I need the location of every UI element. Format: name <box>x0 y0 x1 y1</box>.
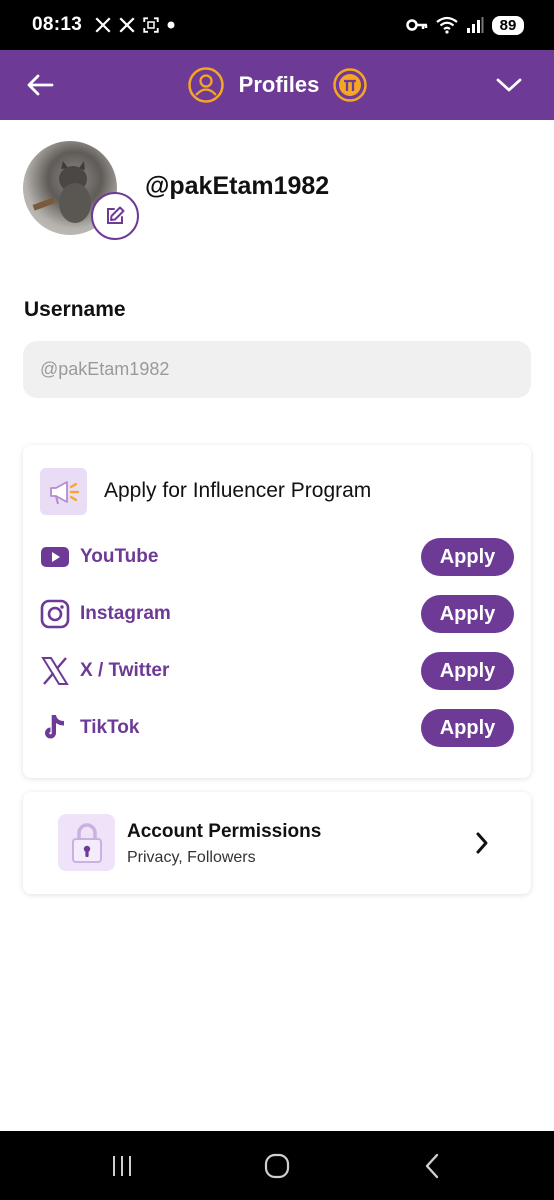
screenshot-icon <box>143 17 159 33</box>
platform-row-youtube: YouTube Apply <box>40 537 514 577</box>
edit-icon <box>107 206 125 224</box>
platform-name: X / Twitter <box>80 660 170 681</box>
apply-tiktok-button[interactable]: Apply <box>421 709 514 747</box>
apply-instagram-button[interactable]: Apply <box>421 595 514 633</box>
key-icon <box>406 19 428 31</box>
platform-row-instagram: Instagram Apply <box>40 594 514 634</box>
dot-icon <box>167 21 175 29</box>
pi-coin-icon <box>333 68 368 102</box>
signal-icon <box>467 17 484 33</box>
username-label: Username <box>24 298 126 321</box>
battery-level: 89 <box>492 15 524 35</box>
home-icon <box>264 1153 290 1179</box>
back-button[interactable] <box>26 67 56 103</box>
chevron-right-icon <box>476 832 488 854</box>
page-title: Profiles <box>238 72 320 97</box>
platform-row-x-twitter: X / Twitter Apply <box>40 651 514 691</box>
x-logo-icon <box>119 17 135 33</box>
permissions-subtitle: Privacy, Followers <box>127 849 256 866</box>
megaphone-badge <box>40 468 87 515</box>
platform-name: YouTube <box>80 546 159 567</box>
home-button[interactable] <box>263 1151 291 1181</box>
edit-avatar-button[interactable] <box>91 192 139 240</box>
influencer-title: Apply for Influencer Program <box>104 479 372 502</box>
youtube-icon <box>40 542 70 572</box>
apply-x-twitter-button[interactable]: Apply <box>421 652 514 690</box>
username-field[interactable]: @pakEtam1982 <box>23 341 531 398</box>
arrow-left-icon <box>27 74 54 96</box>
tiktok-icon <box>40 713 70 743</box>
profile-handle: @pakEtam1982 <box>145 172 330 200</box>
notification-icons <box>94 16 176 34</box>
apply-youtube-button[interactable]: Apply <box>421 538 514 576</box>
header-center: Profiles <box>187 66 368 104</box>
influencer-program-card: Apply for Influencer Program YouTube App… <box>23 445 531 778</box>
profile-pi-icon <box>187 67 224 103</box>
wifi-icon <box>436 16 458 34</box>
app-header: Profiles <box>0 50 554 120</box>
permissions-title: Account Permissions <box>127 821 322 842</box>
status-time: 08:13 <box>32 14 83 35</box>
back-chevron-icon <box>425 1153 439 1179</box>
header-dropdown-button[interactable] <box>496 67 524 103</box>
chevron-down-icon <box>496 78 522 92</box>
lock-icon <box>71 822 102 863</box>
account-permissions-card[interactable]: Account Permissions Privacy, Followers <box>23 792 531 894</box>
megaphone-icon <box>49 480 79 504</box>
system-nav-bar <box>0 1131 554 1200</box>
lock-badge <box>58 814 115 871</box>
status-bar: 08:13 89 <box>0 0 554 50</box>
x-logo-icon <box>95 17 111 33</box>
system-icons: 89 <box>406 15 524 35</box>
recent-apps-icon <box>113 1156 131 1176</box>
platform-name: TikTok <box>80 717 140 738</box>
instagram-icon <box>40 599 70 629</box>
system-back-button[interactable] <box>420 1151 444 1181</box>
x-twitter-icon <box>40 656 70 686</box>
platform-row-tiktok: TikTok Apply <box>40 708 514 748</box>
platform-name: Instagram <box>80 603 171 624</box>
recent-apps-button[interactable] <box>108 1151 136 1181</box>
